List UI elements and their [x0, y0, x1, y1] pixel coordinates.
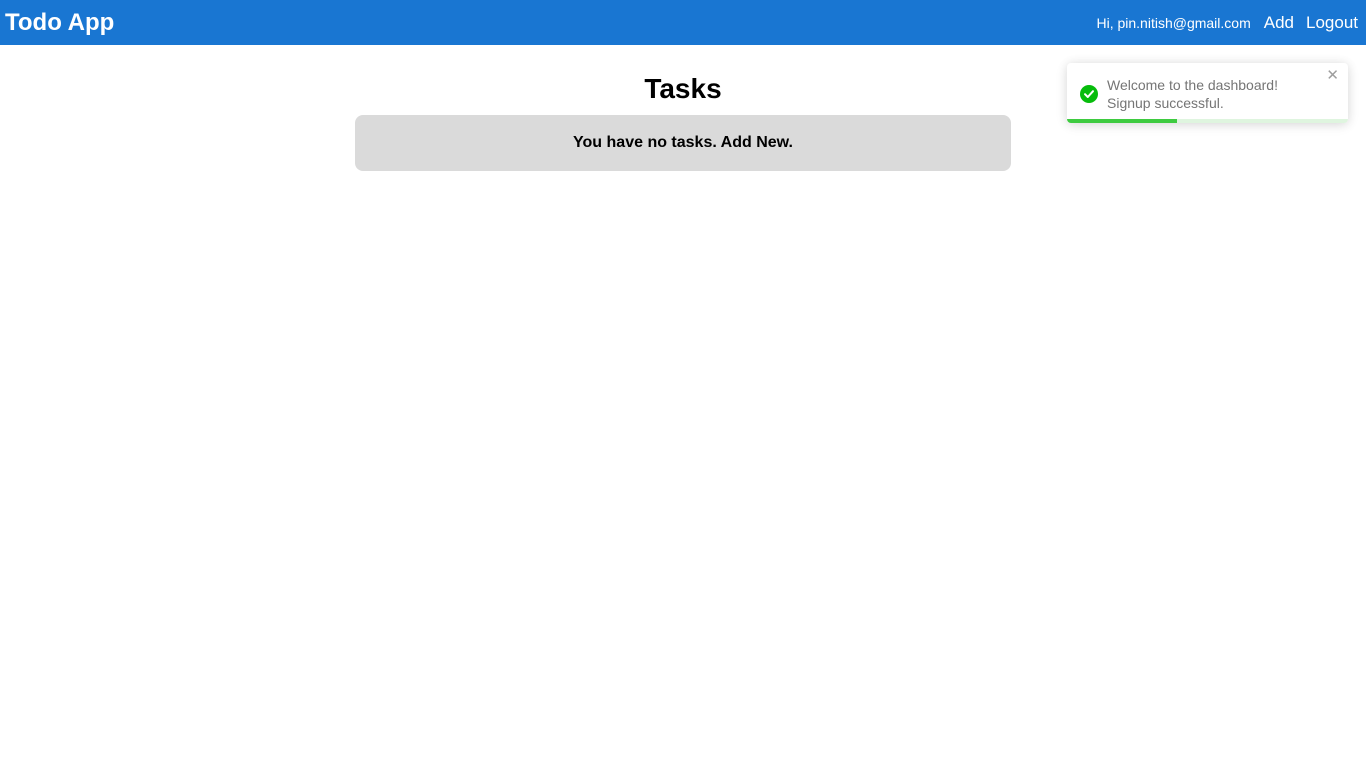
toast-line-2: Signup successful. [1107, 95, 1224, 111]
toast-notification: Welcome to the dashboard! Signup success… [1067, 63, 1348, 123]
brand-title[interactable]: Todo App [5, 8, 114, 38]
nav-right: Hi, pin.nitish@gmail.com Add Logout [1096, 0, 1358, 45]
empty-tasks-message: You have no tasks. Add New. [355, 115, 1011, 171]
add-link[interactable]: Add [1264, 13, 1294, 33]
toast-line-1: Welcome to the dashboard! [1107, 77, 1278, 93]
toast-progress-bar [1067, 119, 1177, 123]
check-circle-icon [1080, 85, 1098, 103]
navbar: Todo App Hi, pin.nitish@gmail.com Add Lo… [0, 0, 1366, 45]
close-icon[interactable]: ✕ [1326, 68, 1339, 84]
toast-message: Welcome to the dashboard! Signup success… [1107, 76, 1317, 112]
logout-link[interactable]: Logout [1306, 13, 1358, 33]
user-greeting: Hi, pin.nitish@gmail.com [1096, 14, 1251, 31]
